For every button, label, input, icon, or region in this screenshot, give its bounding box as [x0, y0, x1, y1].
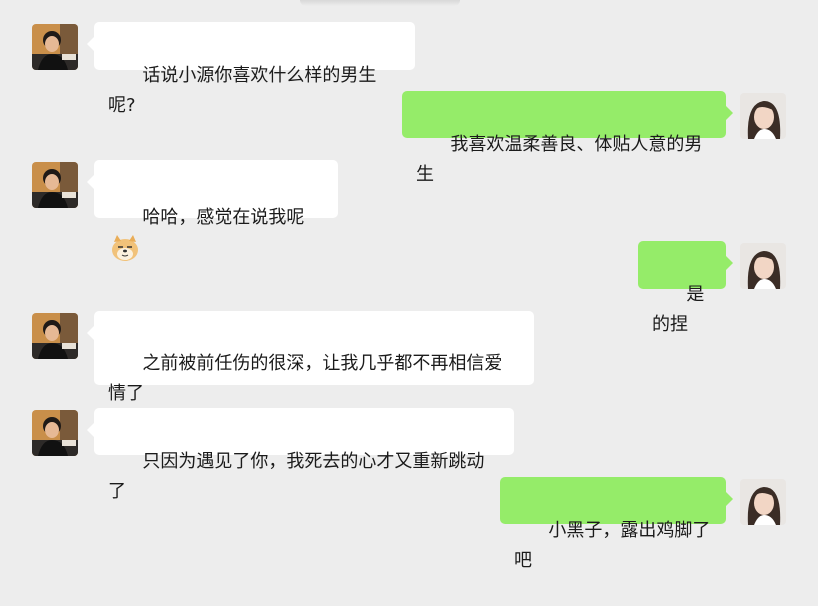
contact-avatar[interactable] [32, 410, 78, 456]
chat-message-incoming: 哈哈，感觉在说我呢 [0, 160, 818, 261]
message-text: 之前被前任伤的很深，让我几乎都不再相信爱情了 [108, 353, 503, 404]
message-bubble[interactable]: 之前被前任伤的很深，让我几乎都不再相信爱情了 [87, 311, 534, 404]
message-bubble[interactable]: 小黑子，露出鸡脚了吧 [500, 477, 733, 571]
user-avatar[interactable] [740, 93, 786, 139]
female-avatar-icon [740, 479, 786, 525]
contact-avatar[interactable] [32, 162, 78, 208]
male-avatar-icon [32, 313, 78, 359]
contact-avatar[interactable] [32, 24, 78, 70]
chat-message-incoming: 话说小源你喜欢什么样的男生呢? [0, 22, 818, 116]
message-bubble[interactable]: 我喜欢温柔善良、体贴人意的男生 [402, 91, 733, 185]
chat-message-outgoing: 是的捏 [0, 241, 818, 335]
male-avatar-icon [32, 24, 78, 70]
message-text: 小黑子，露出鸡脚了吧 [514, 520, 711, 571]
chat-message-incoming: 之前被前任伤的很深，让我几乎都不再相信爱情了 [0, 311, 818, 404]
chat-message-incoming: 只因为遇见了你，我死去的心才又重新跳动了 [0, 408, 818, 502]
message-bubble[interactable]: 只因为遇见了你，我死去的心才又重新跳动了 [87, 408, 514, 502]
male-avatar-icon [32, 162, 78, 208]
message-bubble[interactable]: 话说小源你喜欢什么样的男生呢? [87, 22, 415, 116]
chat-message-outgoing: 我喜欢温柔善良、体贴人意的男生 [0, 91, 818, 185]
message-text: 哈哈，感觉在说我呢 [142, 207, 305, 228]
top-scroll-shadow [300, 0, 460, 6]
message-bubble[interactable]: 是的捏 [638, 241, 733, 335]
user-avatar[interactable] [740, 479, 786, 525]
message-bubble[interactable]: 哈哈，感觉在说我呢 [87, 160, 338, 261]
user-avatar[interactable] [740, 243, 786, 289]
contact-avatar[interactable] [32, 313, 78, 359]
chat-message-outgoing: 小黑子，露出鸡脚了吧 [0, 477, 818, 571]
male-avatar-icon [32, 410, 78, 456]
female-avatar-icon [740, 93, 786, 139]
female-avatar-icon [740, 243, 786, 289]
